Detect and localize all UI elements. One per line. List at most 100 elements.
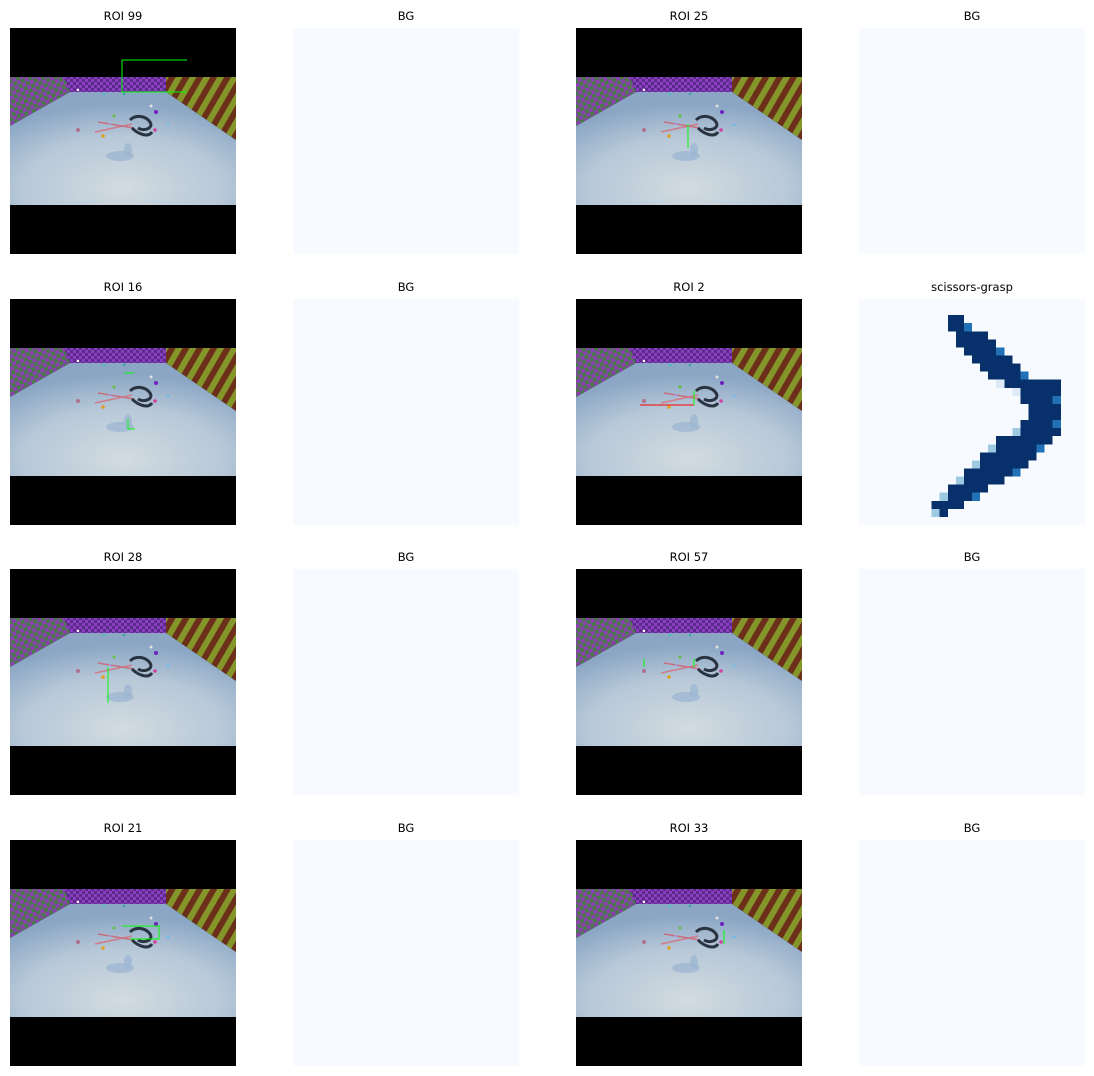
mask-cell <box>947 484 956 493</box>
mask-cell <box>972 476 981 485</box>
mask-cell <box>1052 412 1061 421</box>
mask-cell <box>996 379 1005 388</box>
mask-cell <box>1004 355 1013 364</box>
mask-cell <box>988 347 997 356</box>
mask-image <box>859 28 1085 254</box>
mask-cell <box>1028 412 1037 421</box>
mask-cell <box>1044 420 1053 429</box>
mask-cell <box>947 323 956 332</box>
mask-cell <box>947 315 956 324</box>
panel-title: BG <box>963 9 981 23</box>
mask-cell <box>1036 403 1045 412</box>
mask-cell <box>980 355 989 364</box>
mask-cell <box>1036 412 1045 421</box>
mask-cell <box>1012 436 1021 445</box>
mask-cell <box>955 323 964 332</box>
mask-cell <box>955 476 964 485</box>
mask-cell <box>988 476 997 485</box>
mask-cell <box>1028 428 1037 437</box>
mask-cell <box>1028 403 1037 412</box>
mask-cell <box>980 468 989 477</box>
mask-cell <box>988 468 997 477</box>
scene-image <box>576 569 802 795</box>
mask-cell <box>1036 387 1045 396</box>
mask-cell <box>939 500 948 509</box>
panel-title: ROI 25 <box>669 9 709 23</box>
panel-title: BG <box>963 821 981 835</box>
mask-cell <box>1028 387 1037 396</box>
mask-cell <box>1020 379 1029 388</box>
mask-cell <box>988 363 997 372</box>
panel-title: ROI 16 <box>103 280 143 294</box>
mask-cell <box>955 331 964 340</box>
mask-cell <box>988 452 997 461</box>
mask-cell <box>1004 371 1013 380</box>
mask-cell <box>963 476 972 485</box>
scene-image <box>10 569 236 795</box>
mask-cell <box>1044 379 1053 388</box>
mask-cell <box>1036 379 1045 388</box>
mask-cell <box>1036 436 1045 445</box>
mask-cell <box>1028 379 1037 388</box>
mask-cell <box>1044 403 1053 412</box>
mask-cell <box>988 460 997 469</box>
mask-cell <box>1004 379 1013 388</box>
mask-cell <box>996 460 1005 469</box>
mask-cell <box>980 460 989 469</box>
mask-image <box>293 569 519 795</box>
mask-cell <box>1012 452 1021 461</box>
mask-cell <box>980 347 989 356</box>
mask-cell <box>996 468 1005 477</box>
mask-cell <box>972 339 981 348</box>
mask-cell <box>972 484 981 493</box>
mask-cell <box>947 492 956 501</box>
mask-cell <box>988 371 997 380</box>
panel-title: ROI 28 <box>103 550 143 564</box>
mask-cell <box>988 444 997 453</box>
mask-cell <box>1052 403 1061 412</box>
mask-cell <box>963 492 972 501</box>
mask-cell <box>963 468 972 477</box>
mask-cell <box>955 339 964 348</box>
mask-cell <box>1028 420 1037 429</box>
panel-title: ROI 57 <box>669 550 709 564</box>
mask-cell <box>1020 387 1029 396</box>
mask-cell <box>963 339 972 348</box>
mask-cell <box>996 363 1005 372</box>
mask-cell <box>1020 452 1029 461</box>
mask-cell <box>996 476 1005 485</box>
mask-cell <box>955 492 964 501</box>
mask-cell <box>931 508 940 517</box>
mask-cell <box>1020 428 1029 437</box>
mask-cell <box>1020 420 1029 429</box>
mask-cell <box>988 355 997 364</box>
mask-cell <box>1004 444 1013 453</box>
panel-title: BG <box>397 9 415 23</box>
mask-cell <box>1028 452 1037 461</box>
mask-cell <box>1052 387 1061 396</box>
panel-title: ROI 2 <box>673 280 705 294</box>
mask-cell <box>1052 379 1061 388</box>
mask-cell <box>980 339 989 348</box>
mask-cell <box>1036 420 1045 429</box>
mask-cell <box>1004 363 1013 372</box>
mask-cell <box>1020 395 1029 404</box>
mask-cell <box>939 492 948 501</box>
mask-cell <box>980 331 989 340</box>
mask-cell <box>980 484 989 493</box>
mask-cell <box>1012 363 1021 372</box>
mask-cell <box>996 371 1005 380</box>
mask-cell <box>963 331 972 340</box>
mask-cell <box>1052 428 1061 437</box>
panel-title: BG <box>963 550 981 564</box>
scene-image <box>10 28 236 254</box>
mask-cell <box>972 355 981 364</box>
mask-cell <box>1020 371 1029 380</box>
mask-image <box>859 569 1085 795</box>
scene-image <box>576 28 802 254</box>
mask-cell <box>1044 395 1053 404</box>
mask-cell <box>1012 371 1021 380</box>
mask-cell <box>1012 387 1021 396</box>
mask-cell <box>1004 436 1013 445</box>
mask-cell <box>988 339 997 348</box>
